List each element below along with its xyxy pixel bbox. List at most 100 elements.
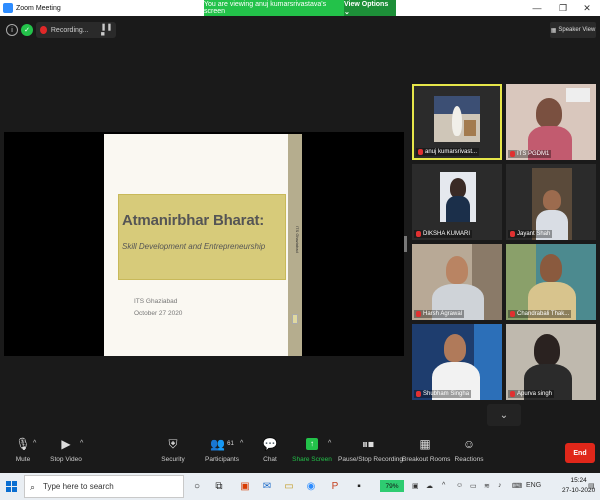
share-screen-button[interactable]: ↑ Share Screen [292,436,332,463]
mail-icon[interactable]: ✉ [258,478,276,495]
muted-mic-icon [510,311,515,317]
slide-side-text: ITS Ghaziabad [295,226,300,253]
participant-video [412,324,502,400]
language-indicator[interactable]: ENG [526,482,541,489]
end-meeting-button[interactable]: End [565,443,595,463]
video-camera-icon: ▶ [61,437,71,451]
participant-tile[interactable]: Apurva singh [506,324,596,400]
slide-title-band [118,194,286,280]
battery-indicator[interactable]: 79% [380,480,404,492]
share-screen-icon: ↑ [292,436,332,452]
zoom-taskbar-icon[interactable]: ◉ [302,478,320,495]
grid-icon: ▦ [550,27,557,34]
participant-video [506,324,596,400]
breakout-label: Breakout Rooms [402,456,451,463]
onedrive-icon[interactable]: ☁ [426,482,433,490]
muted-mic-icon [416,391,421,397]
recording-pause-stop-controls[interactable]: ❚❚ ■ [101,23,116,38]
view-options-button[interactable]: View Options ⌄ [344,0,396,16]
close-window-button[interactable]: ✕ [574,0,600,16]
participant-video [440,172,476,222]
encryption-shield-icon[interactable]: ✓ [21,24,33,36]
chat-bubble-icon: 💬 [262,437,278,451]
search-icon: ⌕ [30,482,36,492]
participant-tile[interactable]: Harsh Agrawal [412,244,502,320]
participant-tile[interactable]: Jayant Shah [506,164,596,240]
recording-label: Recording... [50,26,89,34]
participant-name: Jayant Shah [508,230,553,238]
muted-mic-icon [416,311,421,317]
powerpoint-icon[interactable]: P [326,478,344,495]
breakout-rooms-button[interactable]: ▦ Breakout Rooms [402,436,451,463]
record-label: Pause/Stop Recording [338,456,404,463]
recording-indicator: Recording... ❚❚ ■ [36,22,116,38]
task-view-icon[interactable]: ⧉ [210,478,228,495]
muted-mic-icon [510,151,515,157]
muted-mic-icon [510,231,515,237]
participant-tile[interactable]: anuj kumarsrivast... [412,84,502,160]
windows-start-icon[interactable] [6,481,17,492]
slide-meta: ITS Ghaziabad October 27 2020 [134,296,182,320]
participants-count: 61 [227,441,234,447]
participant-name: Apurva singh [508,390,555,398]
notification-chevron-icon[interactable]: ^ [442,482,445,489]
participants-button[interactable]: 👥 61 Participants [202,436,242,463]
taskbar-search-box[interactable]: ⌕ Type here to search [24,475,184,498]
participant-name: DIKSHA KUMARI [414,230,473,238]
pause-stop-recording-button[interactable]: ⏸⏹ Pause/Stop Recording [338,436,404,464]
share-options-caret[interactable]: ^ [328,440,331,447]
speaker-view-button[interactable]: ▦ Speaker View [550,22,596,38]
windows-defender-icon[interactable]: ▣ [412,482,419,490]
minimize-button[interactable]: — [524,0,550,16]
scroll-down-button[interactable]: ⌄ [487,404,521,426]
windows-taskbar: ⌕ Type here to search ○ ⧉ ▣ ✉ ▭ ◉ P ▪ 79… [0,473,600,500]
zoom-logo-icon [3,3,13,13]
people-icon[interactable]: ☺ [456,482,463,489]
mute-options-caret[interactable]: ^ [33,440,36,447]
breakout-rooms-icon: ▦ [419,437,431,451]
wifi-icon[interactable]: ≋ [484,482,490,490]
smiley-plus-icon: ☺ [462,437,476,451]
security-label: Security [161,456,185,463]
battery-icon[interactable]: ▭ [470,482,477,490]
file-explorer-icon[interactable]: ▭ [280,478,298,495]
restore-button[interactable]: ❐ [550,0,576,16]
stop-video-button[interactable]: ▶ Stop Video [48,436,84,463]
slide-org: ITS Ghaziabad [134,298,178,305]
slide-nav-handle[interactable] [292,314,298,324]
participants-icon: 👥 61 [210,437,234,451]
muted-mic-icon [418,149,423,155]
muted-mic-icon [416,231,421,237]
participant-video [506,244,596,320]
pause-stop-icon: ⏸⏹ [361,436,374,451]
reactions-button[interactable]: ☺ Reactions [454,436,484,463]
panel-resize-handle[interactable] [404,236,407,252]
action-center-icon[interactable]: ▤ [588,482,595,490]
screen-share-banner: You are viewing anuj kumarsrivastava's s… [204,0,396,16]
cortana-icon[interactable]: ○ [188,478,206,495]
mute-label: Mute [15,456,31,463]
slide-subtitle: Skill Development and Entrepreneurship [122,242,266,251]
share-banner-message: You are viewing anuj kumarsrivastava's s… [204,0,344,16]
participant-video [506,84,596,160]
participant-name: ITS PGDM1 [508,150,552,158]
security-button[interactable]: ⛨ Security [158,436,188,464]
office-icon[interactable]: ▣ [236,478,254,495]
meeting-info-icon[interactable]: i [6,24,18,36]
participant-tile[interactable]: Chandrabali Thak... [506,244,596,320]
share-screen-label: Share Screen [292,456,332,463]
participant-tile[interactable]: DIKSHA KUMARI [412,164,502,240]
volume-icon[interactable]: ♪ [498,482,502,489]
participants-options-caret[interactable]: ^ [240,440,243,447]
participant-name: anuj kumarsrivast... [416,148,480,156]
chat-button[interactable]: 💬 Chat [258,436,282,463]
video-options-caret[interactable]: ^ [80,440,83,447]
app-icon[interactable]: ▪ [350,478,368,495]
keyboard-icon[interactable]: ⌨ [512,482,522,490]
presentation-slide: Atmanirbhar Bharat: Skill Development an… [104,134,302,356]
meeting-topbar: i ✓ Recording... ❚❚ ■ ▦ Speaker View [0,16,600,46]
taskbar-search-placeholder: Type here to search [43,482,114,491]
participant-tile[interactable]: Shubham Singha [412,324,502,400]
shield-icon: ⛨ [168,436,178,451]
participant-tile[interactable]: ITS PGDM1 [506,84,596,160]
